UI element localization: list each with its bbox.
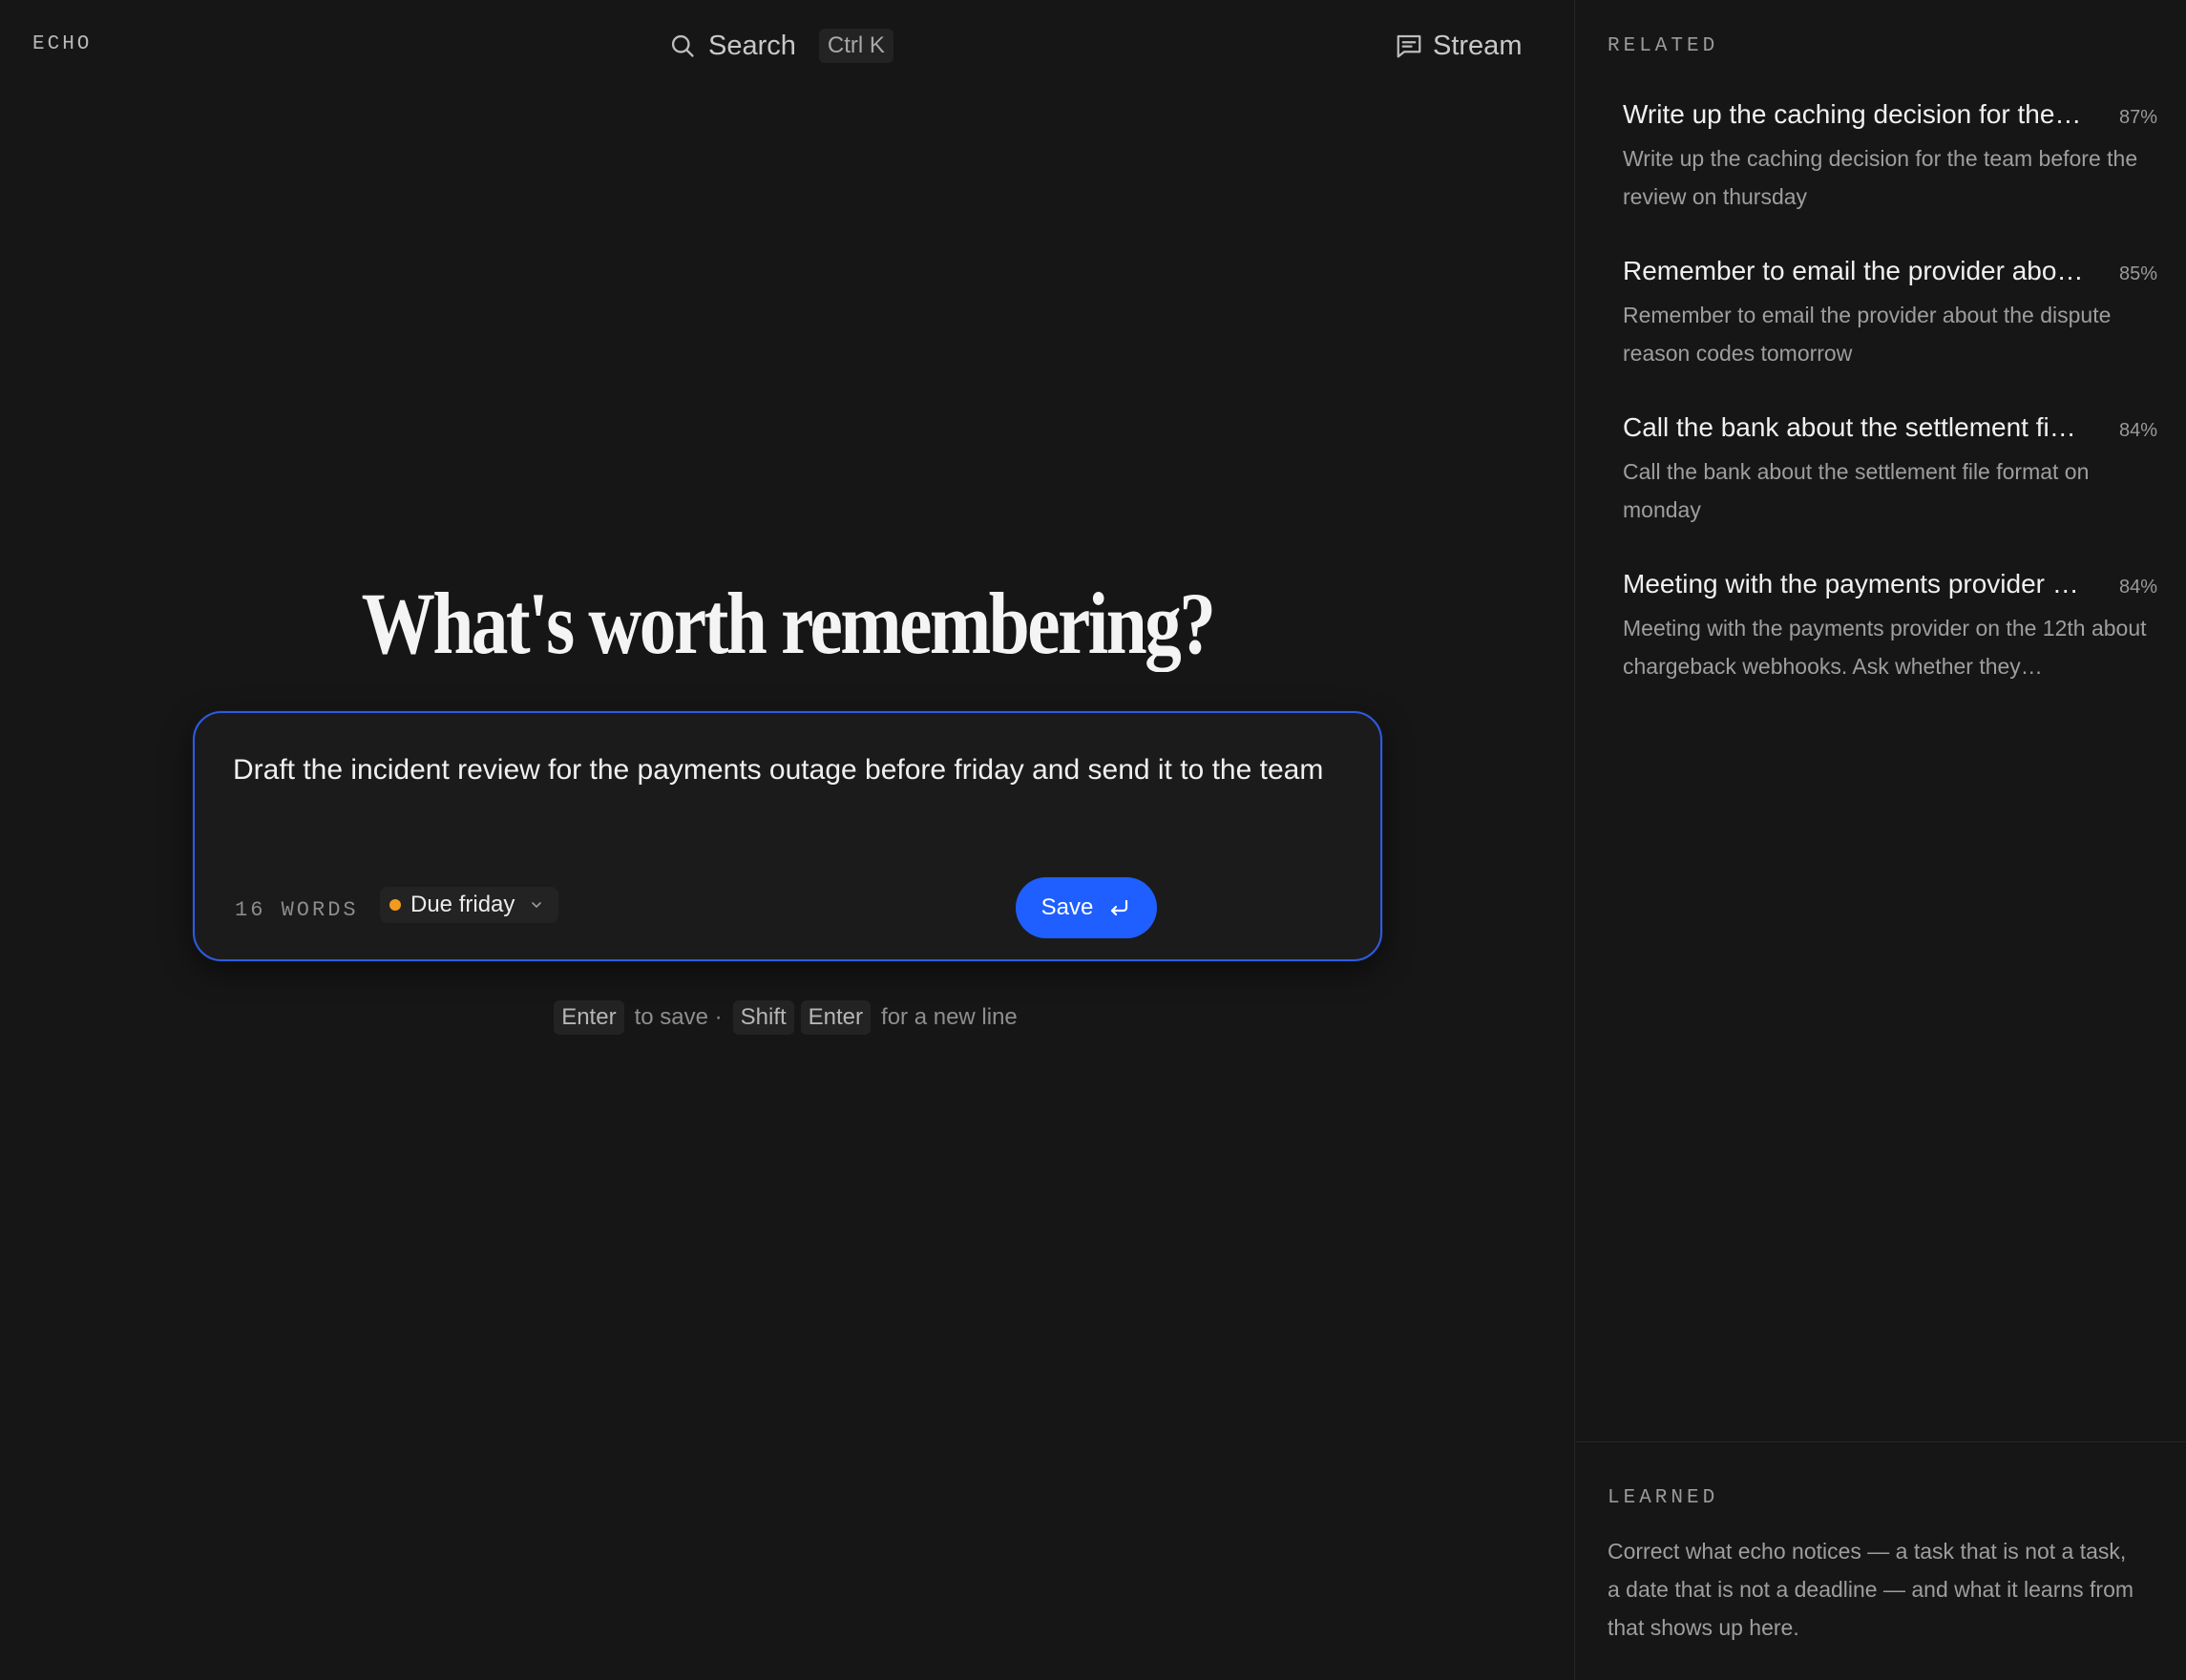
right-sidebar: RELATED Write up the caching decision fo… bbox=[1576, 0, 2186, 1680]
chevron-down-icon bbox=[528, 896, 545, 914]
top-bar: ECHO Search Ctrl K Stream bbox=[0, 0, 1575, 92]
related-item-score: 84% bbox=[2118, 577, 2157, 598]
related-item[interactable]: Call the bank about the settlement fi… 8… bbox=[1623, 412, 2157, 569]
stream-button[interactable]: Stream bbox=[1394, 25, 1522, 67]
related-item-title: Write up the caching decision for the… bbox=[1623, 99, 2082, 129]
learned-description: Correct what echo notices — a task that … bbox=[1608, 1539, 2134, 1640]
key-enter: Enter bbox=[554, 1000, 624, 1035]
related-item[interactable]: Remember to email the provider abo… 85% … bbox=[1623, 256, 2157, 412]
keyboard-hints: Enter to save · Shift Enter for a new li… bbox=[0, 1000, 1575, 1035]
note-composer[interactable]: Draft the incident review for the paymen… bbox=[193, 711, 1382, 961]
brand-logo: ECHO bbox=[32, 33, 93, 55]
stream-label: Stream bbox=[1433, 30, 1523, 61]
related-item-body: Call the bank about the settlement file … bbox=[1623, 459, 2090, 522]
word-count: 16 WORDS bbox=[235, 898, 359, 922]
related-item-body: Remember to email the provider about the… bbox=[1623, 303, 2112, 366]
related-item-body: Meeting with the payments provider on th… bbox=[1623, 616, 2147, 679]
save-button[interactable]: Save bbox=[1016, 877, 1157, 938]
page-headline: What's worth remembering? bbox=[361, 575, 1216, 672]
hint-newline-text: for a new line bbox=[881, 1004, 1018, 1030]
key-shift: Shift bbox=[732, 1000, 794, 1035]
related-item-header: Write up the caching decision for the… 8… bbox=[1623, 99, 2157, 137]
message-square-icon bbox=[1394, 31, 1424, 61]
learned-section: LEARNED Correct what echo notices — a ta… bbox=[1576, 1441, 2186, 1680]
related-item-title: Remember to email the provider abo… bbox=[1623, 256, 2084, 285]
related-heading: RELATED bbox=[1608, 35, 1719, 57]
note-input[interactable]: Draft the incident review for the paymen… bbox=[233, 744, 1340, 797]
save-label: Save bbox=[1040, 894, 1094, 920]
hint-save-text: to save · bbox=[634, 1004, 723, 1030]
search-shortcut-hint: Ctrl K bbox=[818, 29, 893, 63]
composer-footer: 16 WORDS Due friday Save bbox=[233, 877, 1346, 940]
related-item[interactable]: Write up the caching decision for the… 8… bbox=[1623, 99, 2157, 256]
related-item-score: 84% bbox=[2118, 420, 2157, 441]
related-item-score: 87% bbox=[2118, 107, 2157, 128]
related-item-title: Meeting with the payments provider … bbox=[1623, 569, 2079, 598]
app-root: ECHO Search Ctrl K Stream What's worth r… bbox=[0, 0, 2186, 1680]
related-item-title: Call the bank about the settlement fi… bbox=[1623, 412, 2076, 442]
related-item-header: Meeting with the payments provider … 84% bbox=[1623, 569, 2157, 607]
key-enter-newline: Enter bbox=[800, 1000, 872, 1035]
related-item[interactable]: Meeting with the payments provider … 84%… bbox=[1623, 569, 2157, 725]
related-item-header: Remember to email the provider abo… 85% bbox=[1623, 256, 2157, 294]
return-icon bbox=[1106, 895, 1131, 920]
related-list: Write up the caching decision for the… 8… bbox=[1623, 99, 2157, 725]
search-label: Search bbox=[708, 30, 796, 61]
search-icon bbox=[668, 32, 697, 60]
related-item-header: Call the bank about the settlement fi… 8… bbox=[1623, 412, 2157, 451]
due-date-dropdown[interactable]: Due friday bbox=[380, 887, 559, 923]
due-status-dot bbox=[389, 899, 401, 911]
main-pane: ECHO Search Ctrl K Stream What's worth r… bbox=[0, 0, 1575, 1680]
due-date-label: Due friday bbox=[410, 892, 515, 917]
learned-heading: LEARNED bbox=[1608, 1487, 1719, 1509]
related-item-body: Write up the caching decision for the te… bbox=[1623, 146, 2138, 209]
related-item-score: 85% bbox=[2118, 263, 2157, 284]
search-button[interactable]: Search Ctrl K bbox=[668, 25, 893, 67]
